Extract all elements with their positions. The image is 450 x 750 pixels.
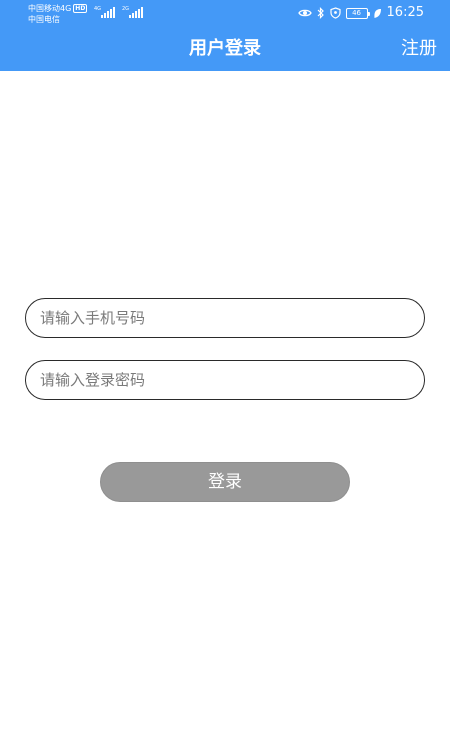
status-time: 16:25 [386,5,424,20]
leaf-icon [373,8,382,19]
battery-icon: 46 [345,7,370,19]
location-icon [329,7,341,19]
app-header: 中国移动4G HD 中国电信 4G 2G 46 16:25 用户登录 注册 [0,0,450,71]
eye-icon [297,8,312,18]
signal-1-tag: 4G [94,6,102,12]
phone-input[interactable] [25,298,425,338]
register-button[interactable]: 注册 [401,36,437,62]
signal-2-tag: 2G [122,6,130,12]
password-input[interactable] [25,360,425,400]
signal-bars [101,7,115,18]
hd-badge: HD [73,4,88,13]
signal-bars [129,7,143,18]
login-button[interactable]: 登录 [100,462,350,502]
status-bar: 中国移动4G HD 中国电信 4G 2G 46 16:25 [0,0,450,26]
page-title: 用户登录 [189,38,261,59]
status-icons: 46 16:25 [297,5,424,20]
carrier-2-label: 中国电信 [28,15,60,24]
bluetooth-icon [317,7,325,19]
carrier-1-label: 中国移动4G [28,4,72,13]
signal-icon: 4G [94,6,116,18]
signal-group: 4G 2G [94,6,144,18]
signal-icon: 2G [122,6,144,18]
